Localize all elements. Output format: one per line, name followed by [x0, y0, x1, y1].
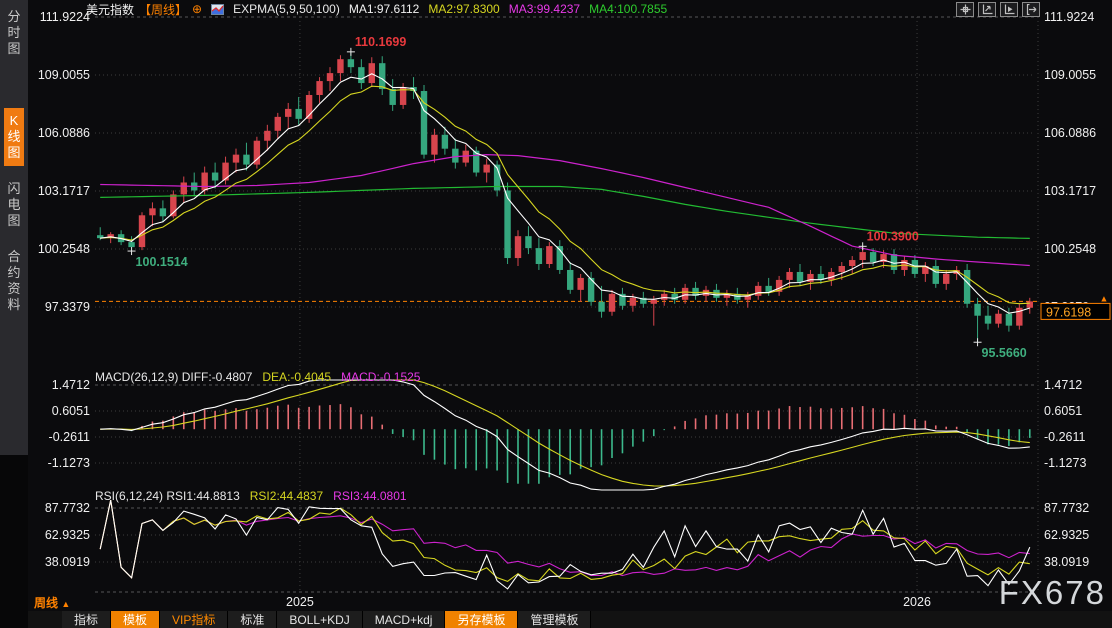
svg-text:106.0886: 106.0886: [38, 126, 90, 140]
svg-text:87.7732: 87.7732: [45, 501, 90, 515]
svg-text:1.4712: 1.4712: [52, 378, 90, 392]
rsi1-label: RSI(6,12,24) RSI1:44.8813: [95, 489, 240, 503]
pan-icon[interactable]: [956, 2, 974, 17]
chart-application: 分时图 K线图 闪电图 合约资料 美元指数 【周线】 ⊕ EXPMA(5,9,5…: [0, 0, 1112, 628]
svg-text:0.6051: 0.6051: [52, 404, 90, 418]
svg-text:2025: 2025: [286, 595, 314, 609]
macd-dea-label: DEA:-0.4045: [262, 370, 331, 384]
last-price-box: 97.6198 ▲: [1041, 293, 1110, 319]
toolbar-boll-kdj-button[interactable]: BOLL+KDJ: [277, 611, 362, 628]
period-label: 【周线】: [139, 1, 187, 18]
macd-lines-layer: [100, 380, 1030, 490]
rsi-label-row: RSI(6,12,24) RSI1:44.8813 RSI2:44.4837 R…: [95, 489, 407, 503]
macd-macd-label: MACD:-0.1525: [341, 370, 420, 384]
svg-text:87.7732: 87.7732: [1044, 501, 1089, 515]
svg-text:103.1717: 103.1717: [1044, 184, 1096, 198]
ma-lines-layer: [100, 74, 1030, 313]
svg-text:100.1514: 100.1514: [136, 255, 188, 269]
toolbar-standard-button[interactable]: 标准: [228, 611, 277, 628]
period-selector[interactable]: 周线 ▲: [34, 594, 70, 611]
exit-right-icon[interactable]: [1022, 2, 1040, 17]
watermark: FX678: [999, 574, 1106, 612]
line-chart-icon: [211, 4, 224, 15]
svg-text:-0.2611: -0.2611: [1044, 430, 1086, 444]
ma2-value: MA2:97.8300: [428, 2, 499, 16]
macd-label-row: MACD(26,12,9) DIFF:-0.4807 DEA:-0.4045 M…: [95, 370, 420, 384]
svg-text:62.9325: 62.9325: [1044, 528, 1089, 542]
bottom-toolbar: 指标 模板 VIP指标 标准 BOLL+KDJ MACD+kdj 另存模板 管理…: [28, 611, 1112, 628]
ma1-value: MA1:97.6112: [349, 2, 420, 16]
svg-text:110.1699: 110.1699: [355, 35, 406, 49]
toolbar-templates-button[interactable]: 模板: [111, 611, 160, 628]
grid-layer: [95, 17, 1038, 592]
svg-text:100.2548: 100.2548: [38, 242, 90, 256]
svg-text:1.4712: 1.4712: [1044, 378, 1082, 392]
svg-text:-1.1273: -1.1273: [48, 456, 90, 470]
svg-text:106.0886: 106.0886: [1044, 126, 1096, 140]
ma3-value: MA3:99.4237: [509, 2, 580, 16]
rsi2-label: RSI2:44.4837: [250, 489, 323, 503]
macd-diff-label: MACD(26,12,9) DIFF:-0.4807: [95, 370, 252, 384]
toolbar-vip-indicators-button[interactable]: VIP指标: [160, 611, 228, 628]
period-up-arrow-icon: ▲: [61, 599, 70, 609]
macd-histogram-layer: [100, 404, 1030, 484]
indicator-name: EXPMA(5,9,50,100): [233, 2, 340, 16]
svg-text:95.5660: 95.5660: [982, 346, 1027, 360]
period-selector-label: 周线: [34, 596, 58, 610]
svg-text:109.0055: 109.0055: [1044, 68, 1096, 82]
ma4-value: MA4:100.7855: [589, 2, 667, 16]
svg-text:111.9224: 111.9224: [1044, 10, 1094, 24]
svg-text:0.6051: 0.6051: [1044, 404, 1082, 418]
instrument-title: 美元指数: [86, 1, 134, 18]
svg-text:-1.1273: -1.1273: [1044, 456, 1086, 470]
svg-text:▲: ▲: [1100, 293, 1109, 303]
svg-text:109.0055: 109.0055: [38, 68, 90, 82]
svg-text:62.9325: 62.9325: [45, 528, 90, 542]
axis-zoom-icon[interactable]: [978, 2, 996, 17]
svg-text:100.3900: 100.3900: [867, 229, 919, 243]
svg-text:97.6198: 97.6198: [1046, 305, 1091, 319]
svg-text:38.0919: 38.0919: [45, 555, 90, 569]
axis-play-icon[interactable]: [1000, 2, 1018, 17]
svg-text:100.2548: 100.2548: [1044, 242, 1096, 256]
window-controls: [956, 2, 1040, 17]
toolbar-indicators-button[interactable]: 指标: [62, 611, 111, 628]
svg-text:38.0919: 38.0919: [1044, 555, 1089, 569]
rsi-lines-layer: [100, 500, 1030, 589]
toolbar-macd-kdj-button[interactable]: MACD+kdj: [363, 611, 446, 628]
svg-text:111.9224: 111.9224: [40, 10, 90, 24]
axis-labels-layer: 111.9224 111.9224 109.0055 109.0055 106.0886…: [38, 10, 1096, 609]
add-indicator-icon[interactable]: ⊕: [192, 2, 202, 16]
toolbar-save-template-button[interactable]: 另存模板: [445, 611, 518, 628]
toolbar-manage-template-button[interactable]: 管理模板: [518, 611, 591, 628]
chart-header: 美元指数 【周线】 ⊕ EXPMA(5,9,50,100) MA1:97.611…: [86, 1, 667, 17]
rsi3-label: RSI3:44.0801: [333, 489, 406, 503]
svg-text:2026: 2026: [903, 595, 931, 609]
chart-canvas[interactable]: 110.1699100.1514100.390095.5660111.92241…: [0, 0, 1112, 628]
svg-text:97.3379: 97.3379: [45, 300, 90, 314]
svg-text:-0.2611: -0.2611: [49, 430, 91, 444]
price-annotations-layer: 110.1699 100.1514 100.3900 95.5660: [128, 35, 1027, 360]
candles-layer: [97, 52, 1033, 342]
svg-text:103.1717: 103.1717: [38, 184, 90, 198]
